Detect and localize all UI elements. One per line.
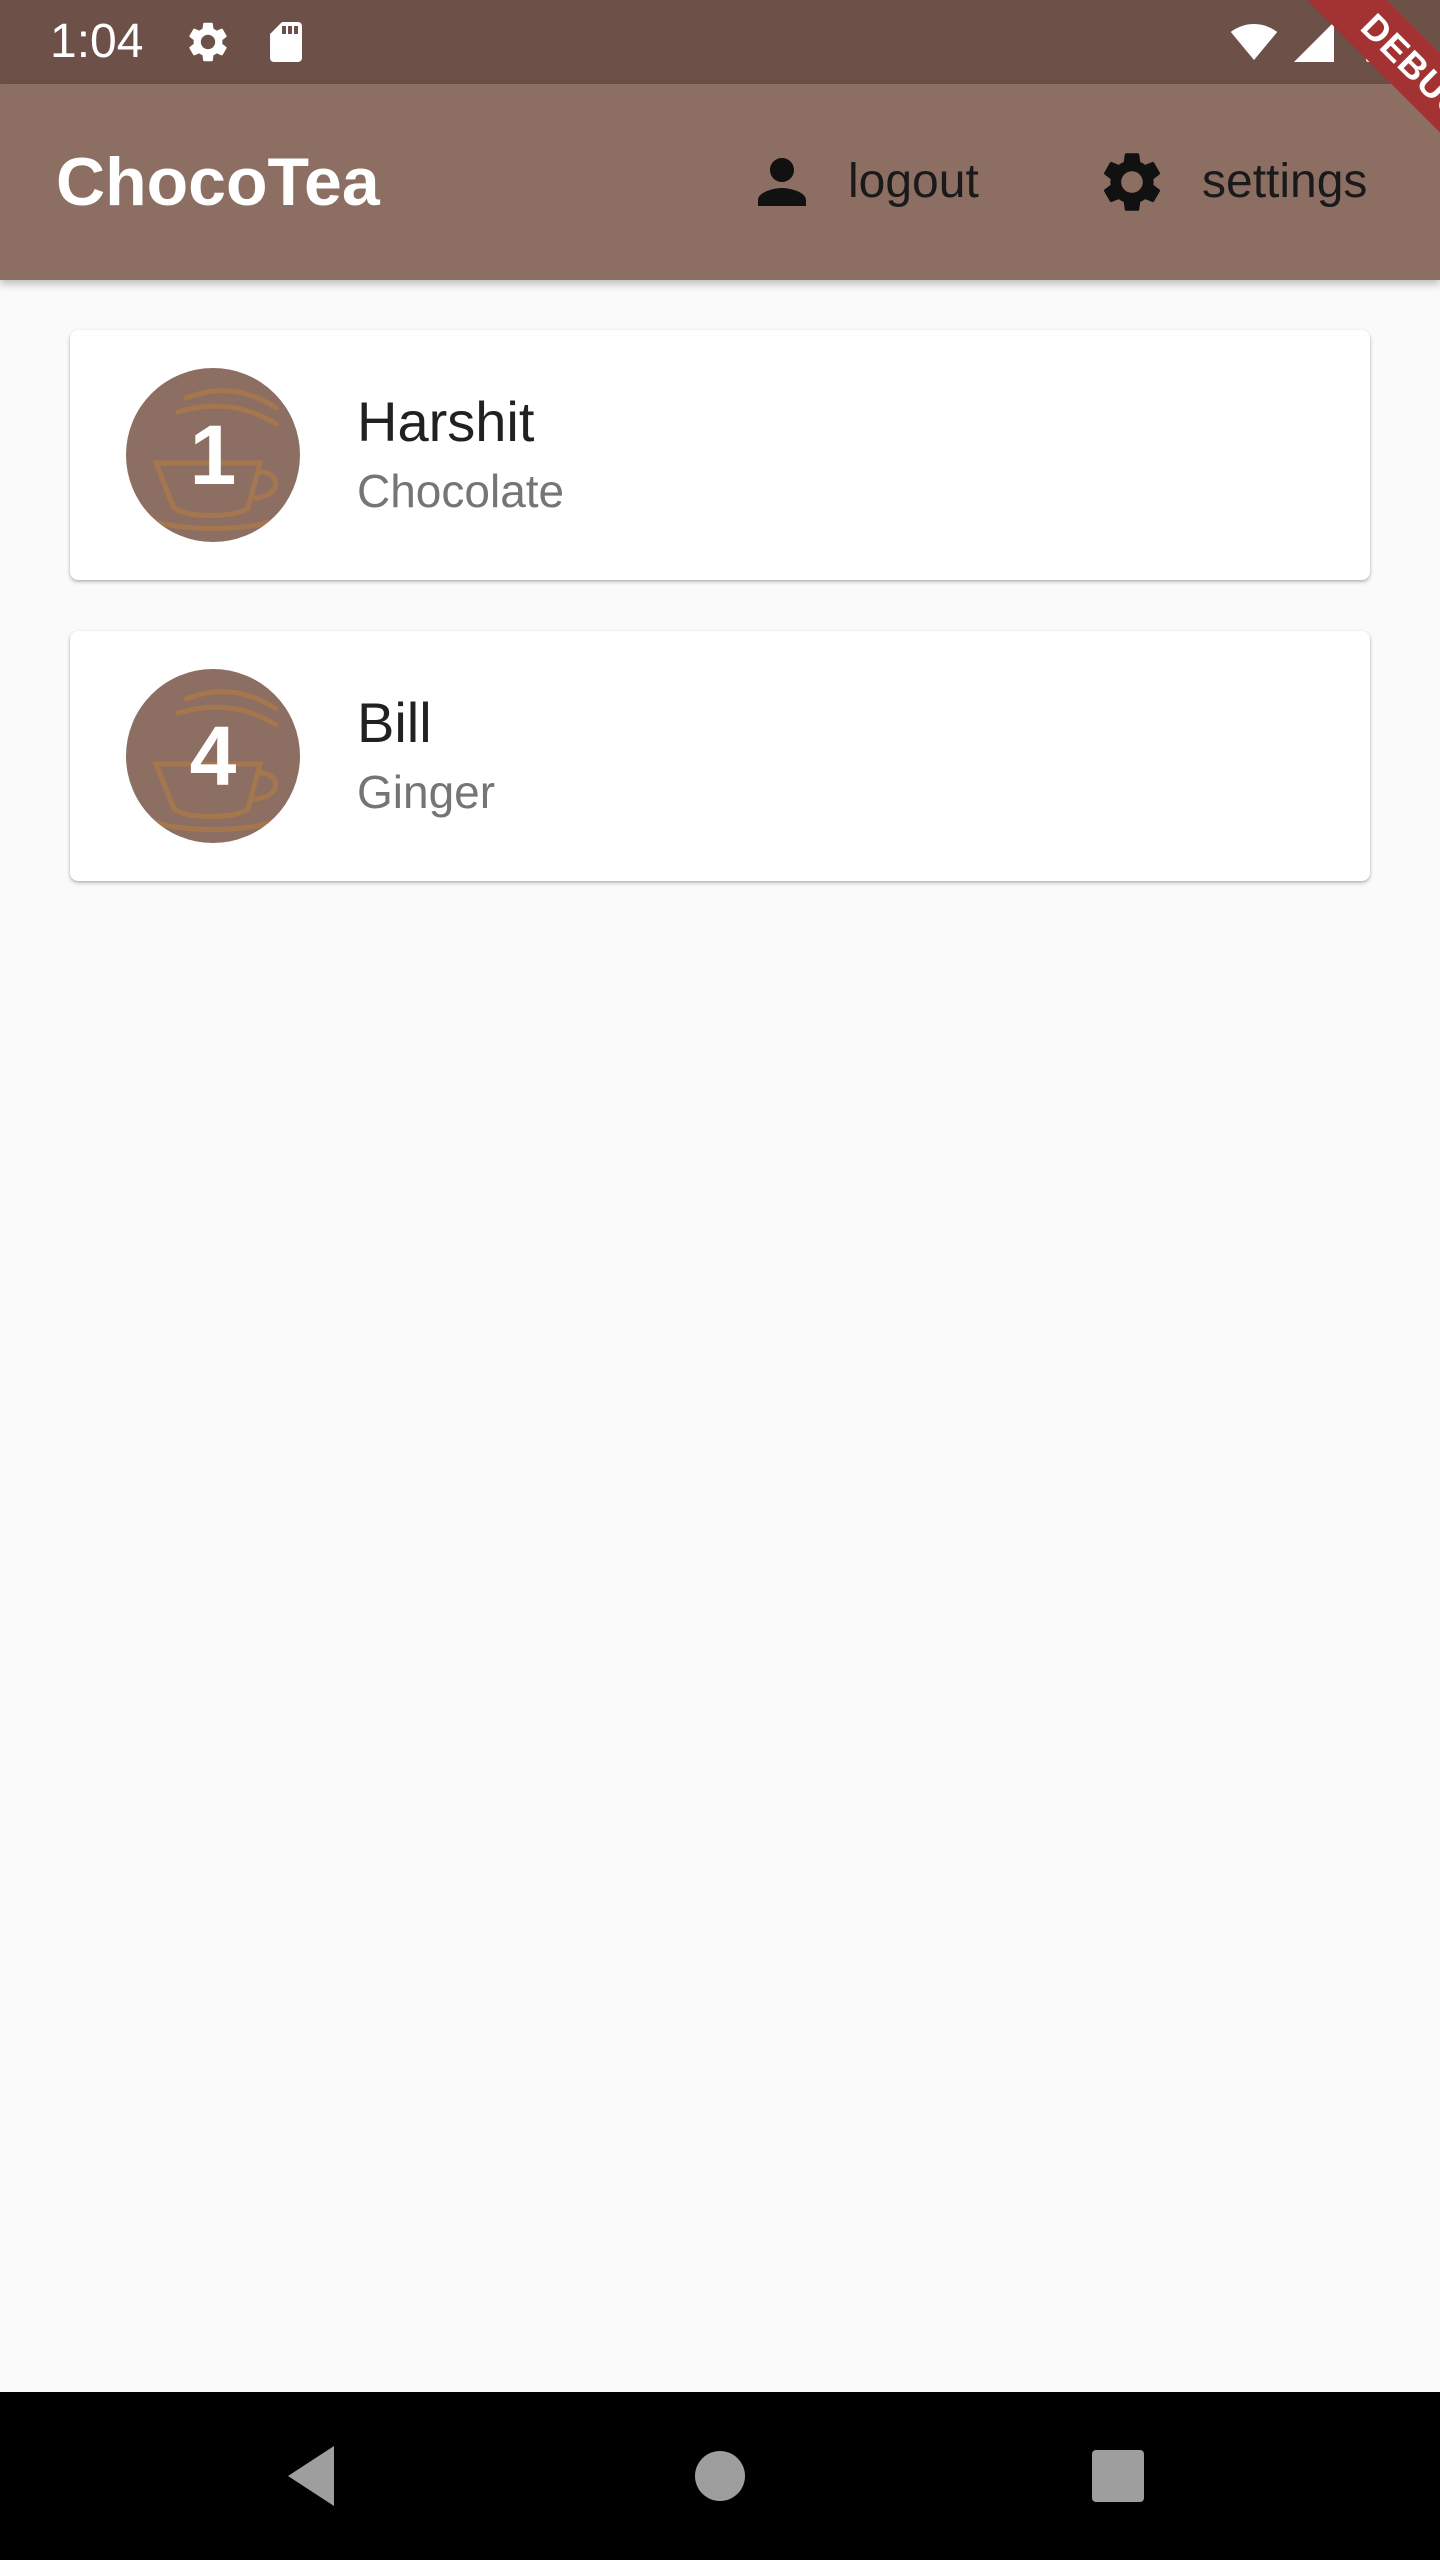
logout-button[interactable]: logout xyxy=(746,146,979,218)
sd-card-icon xyxy=(262,18,310,66)
tea-cup-avatar: 1 xyxy=(126,368,300,542)
app-bar: ChocoTea logout settings xyxy=(0,84,1440,280)
system-nav-bar xyxy=(0,2392,1440,2560)
settings-button[interactable]: settings xyxy=(1096,146,1367,218)
order-card[interactable]: 4 Bill Ginger xyxy=(70,631,1370,881)
customer-name: Bill xyxy=(357,691,432,754)
app-title: ChocoTea xyxy=(56,144,380,220)
order-card[interactable]: 1 Harshit Chocolate xyxy=(70,330,1370,580)
home-icon[interactable] xyxy=(680,2436,760,2516)
tea-cup-avatar: 4 xyxy=(126,669,300,843)
battery-icon xyxy=(1352,18,1400,66)
wifi-icon xyxy=(1230,18,1278,66)
status-time: 1:04 xyxy=(50,15,144,68)
back-icon[interactable] xyxy=(276,2436,356,2516)
tea-flavor: Chocolate xyxy=(357,465,565,517)
logout-label: logout xyxy=(848,155,979,208)
customer-name: Harshit xyxy=(357,390,535,453)
recents-icon[interactable] xyxy=(1078,2436,1158,2516)
status-bar: 1:04 xyxy=(0,0,1440,84)
gear-icon xyxy=(1096,146,1168,218)
person-icon xyxy=(746,146,818,218)
tea-flavor: Ginger xyxy=(357,766,496,818)
cell-signal-icon xyxy=(1290,18,1338,66)
app-screen: 1:04 ChocoTea logout settings DEBUG 1 Ha… xyxy=(0,0,1440,2560)
settings-label: settings xyxy=(1202,155,1368,208)
order-count: 1 xyxy=(189,408,237,502)
order-count: 4 xyxy=(189,709,237,803)
gear-icon xyxy=(184,18,232,66)
